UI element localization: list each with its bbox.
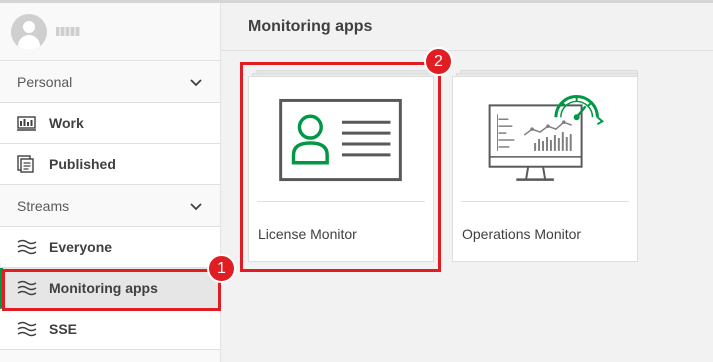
sidebar-item-everyone[interactable]: Everyone <box>0 227 220 268</box>
sidebar-item-published[interactable]: Published <box>0 144 220 185</box>
sidebar-item-sse[interactable]: SSE <box>0 309 220 350</box>
section-streams[interactable]: Streams <box>0 185 220 227</box>
sidebar-item-label: Everyone <box>49 239 113 255</box>
page-header: Monitoring apps <box>222 3 713 51</box>
card-divider <box>461 201 629 202</box>
stream-icon <box>17 320 37 338</box>
step-badge-2: 2 <box>424 47 453 76</box>
username-redacted <box>56 27 80 36</box>
chevron-down-icon[interactable] <box>188 74 204 90</box>
work-icon <box>17 114 37 132</box>
stream-icon <box>17 238 37 256</box>
highlight-box-license-monitor <box>240 62 441 272</box>
published-icon <box>17 155 37 173</box>
avatar-icon[interactable] <box>11 13 47 50</box>
sidebar-item-label: Published <box>49 156 116 172</box>
section-personal-label: Personal <box>17 73 73 90</box>
sidebar-item-work[interactable]: Work <box>0 103 220 144</box>
app-card-operations-monitor[interactable]: Operations Monitor <box>452 76 638 262</box>
section-personal[interactable]: Personal <box>0 61 220 103</box>
section-streams-label: Streams <box>17 197 70 214</box>
sidebar-item-label: SSE <box>49 321 78 337</box>
sidebar-item-label: Work <box>49 115 84 131</box>
user-profile[interactable] <box>0 3 220 61</box>
app-name: Operations Monitor <box>462 226 582 242</box>
step-badge-1: 1 <box>207 254 236 283</box>
highlight-box-monitoring-apps <box>2 269 221 311</box>
chevron-down-icon[interactable] <box>188 198 204 214</box>
page-title: Monitoring apps <box>248 17 373 35</box>
operations-monitor-thumbnail <box>488 95 605 181</box>
